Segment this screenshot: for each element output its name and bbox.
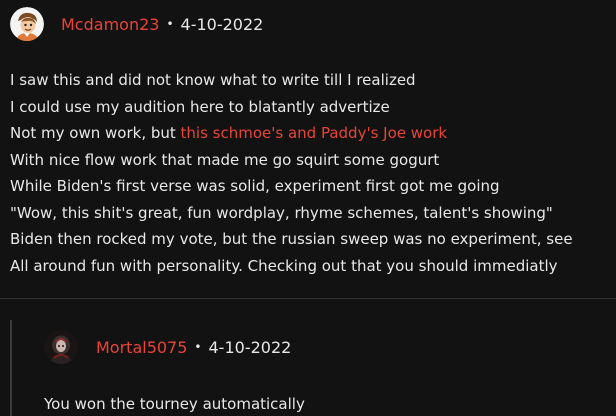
comment-line: While Biden's first verse was solid, exp… (10, 177, 500, 195)
header-separator-dot: • (166, 17, 174, 31)
comment-line: With nice flow work that made me go squi… (10, 150, 440, 169)
comment-date: 4-10-2022 (180, 14, 264, 34)
reply-body: You won the tourney automatically (44, 395, 305, 413)
comment-line: I saw this and did not know what to writ… (10, 71, 416, 89)
reply-thread-line[interactable] (10, 320, 12, 416)
comment-username-link[interactable]: Mcdamon23 (61, 15, 159, 34)
comment-line-text: Not my own work, but (10, 124, 181, 142)
reply-avatar-icon[interactable] (44, 330, 78, 364)
reply-header: Mortal5075 • 4-10-2022 (44, 330, 291, 364)
cartoon-avatar-icon (10, 7, 44, 41)
user-avatar-icon[interactable] (10, 7, 44, 41)
comment-line: I could use my audition here to blatantl… (10, 97, 390, 116)
comment-body: I saw this and did not know what to writ… (10, 67, 610, 279)
comment-inline-link[interactable]: this schmoe's and Paddy's Joe work (181, 124, 448, 142)
reply-comment: Mortal5075 • 4-10-2022 You won the tourn… (0, 320, 616, 416)
comment-line: All around fun with personality. Checkin… (10, 256, 558, 275)
reply-separator-dot: • (194, 340, 202, 354)
comment-line: "Wow, this shit's great, fun wordplay, r… (10, 203, 553, 222)
comment-line: Biden then rocked my vote, but the russi… (10, 230, 573, 248)
comment-thread: Mcdamon23 • 4-10-2022 I saw this and did… (0, 0, 616, 416)
reply-username-link[interactable]: Mortal5075 (96, 338, 187, 357)
reply-date: 4-10-2022 (208, 337, 292, 357)
comment-header: Mcdamon23 • 4-10-2022 (10, 7, 263, 41)
comment-divider (0, 298, 616, 299)
comment-line: Not my own work, but this schmoe's and P… (10, 120, 610, 147)
dark-avatar-icon (44, 330, 78, 364)
